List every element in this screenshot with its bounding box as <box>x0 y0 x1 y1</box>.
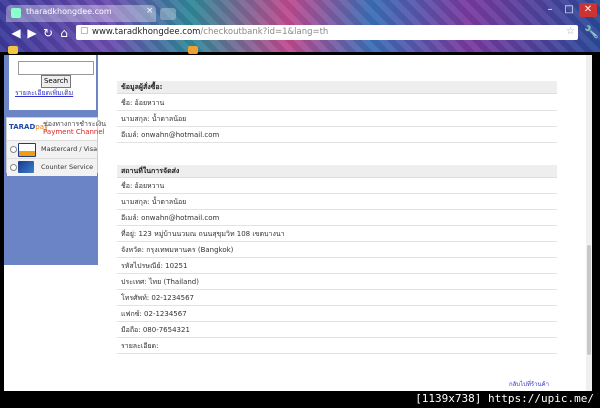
radio-button[interactable] <box>10 164 17 171</box>
search-button[interactable]: Search <box>41 75 71 88</box>
bookmark-icon[interactable] <box>188 46 198 54</box>
scrollbar[interactable] <box>586 55 592 391</box>
payment-option-card[interactable]: Mastercard / Visa <box>7 140 97 158</box>
address-bar[interactable]: ▢ www.taradkhongdee.com/checkoutbank?id=… <box>76 25 578 40</box>
orderer-row: ชื่อ: อ้อยหวาน <box>117 95 557 111</box>
shipping-row: รหัสไปรษณีย์: 10251 <box>117 258 557 274</box>
shipping-row: มือถือ: 080-7654321 <box>117 322 557 338</box>
new-tab-button[interactable] <box>160 8 176 20</box>
shipping-row: ชื่อ: อ้อยหวาน <box>117 178 557 194</box>
shipping-row: นามสกุล: น้ำตาลน้อย <box>117 194 557 210</box>
status-bar: [1139x738] https://upic.me/ <box>0 391 600 408</box>
sidebar: Search รายละเอียดเพิ่มเติม TARADpay ช่อง… <box>4 55 106 265</box>
payment-option-counter[interactable]: Counter Service <box>7 158 97 176</box>
page-content: Search รายละเอียดเพิ่มเติม TARADpay ช่อง… <box>4 55 592 391</box>
image-watermark: [1139x738] https://upic.me/ <box>415 392 594 405</box>
wrench-menu-icon[interactable]: 🔧 <box>584 25 599 39</box>
checkout-details: ข้อมูลผู้สั่งซื้อ: ชื่อ: อ้อยหวาน นามสกุ… <box>117 55 557 391</box>
shipping-row: ประเทศ: ไทย (Thailand) <box>117 274 557 290</box>
shipping-row: ที่อยู่: 123 หมู่บ้านนวมณ ถนนสุขุมวิท 10… <box>117 226 557 242</box>
browser-window: tharadkhongdee.com × – □ ✕ ◀ ▶ ↻ ⌂ ▢ www… <box>0 0 600 408</box>
browser-toolbar: ◀ ▶ ↻ ⌂ ▢ www.taradkhongdee.com/checkout… <box>0 22 600 44</box>
scrollbar-thumb[interactable] <box>587 245 591 355</box>
maximize-button[interactable]: □ <box>560 3 578 17</box>
payment-option-label: Mastercard / Visa <box>41 145 98 153</box>
browser-tab[interactable]: tharadkhongdee.com × <box>6 5 156 22</box>
orderer-row: อีเมล์: onwahn@hotmail.com <box>117 127 557 143</box>
shipping-row: แฟกซ์: 02-1234567 <box>117 306 557 322</box>
bookmark-star-icon[interactable]: ☆ <box>566 26 575 37</box>
radio-button[interactable] <box>10 146 17 153</box>
shipping-row: รายละเอียด: <box>117 338 557 354</box>
payment-option-label: Counter Service <box>41 163 94 171</box>
favicon-icon <box>11 8 21 18</box>
home-icon[interactable]: ⌂ <box>56 25 72 41</box>
search-panel: Search รายละเอียดเพิ่มเติม <box>9 55 96 110</box>
shipping-row: อีเมล์: onwahn@hotmail.com <box>117 210 557 226</box>
url-text: www.taradkhongdee.com/checkoutbank?id=1&… <box>92 27 329 37</box>
reload-icon[interactable]: ↻ <box>40 25 56 41</box>
minimize-button[interactable]: – <box>541 3 559 17</box>
shipping-row: โทรศัพท์: 02-1234567 <box>117 290 557 306</box>
counter-service-icon <box>18 161 34 173</box>
tab-close-icon[interactable]: × <box>146 6 154 16</box>
orderer-heading: ข้อมูลผู้สั่งซื้อ: <box>117 81 557 94</box>
payment-channel-english: Payment Channel <box>43 128 105 136</box>
more-details-link[interactable]: รายละเอียดเพิ่มเติม <box>15 88 73 99</box>
visa-mastercard-icon <box>18 143 36 157</box>
close-window-button[interactable]: ✕ <box>579 3 597 17</box>
back-icon[interactable]: ◀ <box>8 25 24 41</box>
search-input[interactable] <box>18 61 94 75</box>
payment-channel-box: TARADpay ช่องทางการชำระเงิน Payment Chan… <box>6 117 106 176</box>
shipping-row: จังหวัด: กรุงเทพมหานคร (Bangkok) <box>117 242 557 258</box>
orderer-row: นามสกุล: น้ำตาลน้อย <box>117 111 557 127</box>
bookmark-icon[interactable] <box>8 46 18 54</box>
page-icon: ▢ <box>80 26 89 36</box>
forward-icon[interactable]: ▶ <box>24 25 40 41</box>
shipping-heading: สถานที่ในการจัดส่ง <box>117 165 557 178</box>
back-to-shop-link[interactable]: กลับไปที่ร้านค้า <box>509 379 549 389</box>
bookmark-bar <box>0 44 600 56</box>
tab-title: tharadkhongdee.com <box>26 7 112 16</box>
